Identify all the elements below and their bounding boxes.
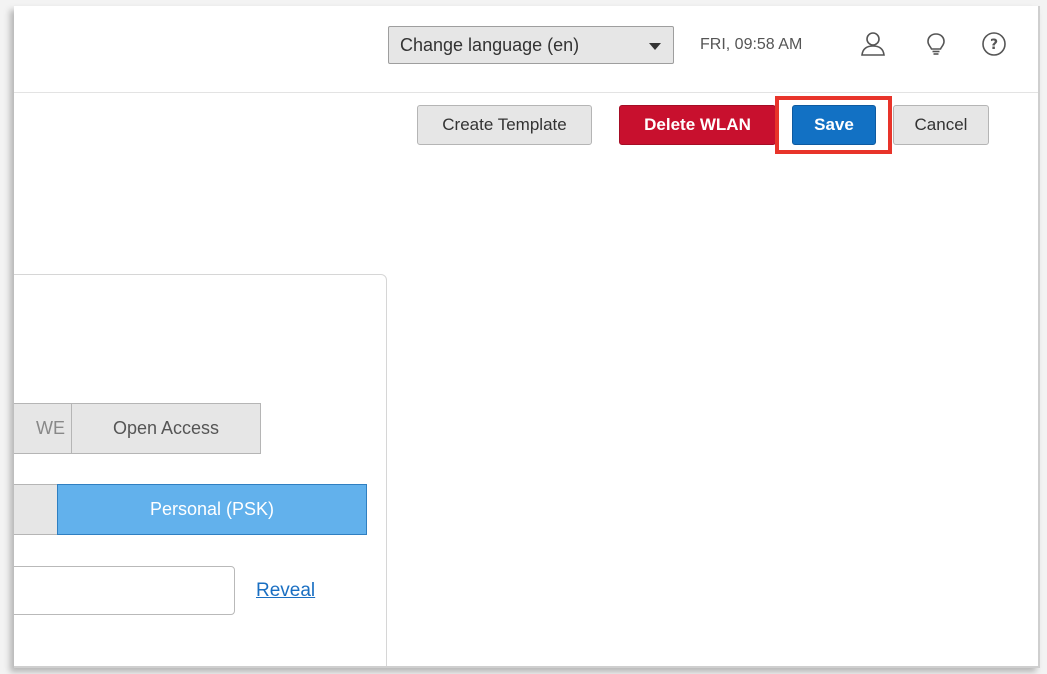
- passphrase-input[interactable]: [14, 566, 235, 615]
- top-header: Change language (en) FRI, 09:58 AM ?: [14, 6, 1038, 93]
- user-icon[interactable]: [860, 31, 886, 57]
- security-option-open-access[interactable]: Open Access: [71, 403, 261, 454]
- auth-mode-option-personal[interactable]: Personal (PSK): [57, 484, 367, 535]
- delete-wlan-button[interactable]: Delete WLAN: [619, 105, 776, 145]
- language-select[interactable]: Change language (en): [388, 26, 674, 64]
- create-template-button[interactable]: Create Template: [417, 105, 592, 145]
- language-select-label: Change language (en): [400, 35, 580, 55]
- action-toolbar: Create Template Delete WLAN Save Cancel: [14, 92, 1038, 162]
- auth-mode-option-enterprise[interactable]: [14, 484, 58, 535]
- lightbulb-icon[interactable]: [923, 31, 949, 57]
- help-icon[interactable]: ?: [981, 31, 1007, 57]
- app-window: Change language (en) FRI, 09:58 AM ? Cre…: [14, 6, 1040, 668]
- chevron-down-icon: [649, 43, 661, 50]
- security-option-owe[interactable]: WE: [14, 403, 72, 454]
- save-button[interactable]: Save: [792, 105, 876, 145]
- cancel-button[interactable]: Cancel: [893, 105, 989, 145]
- datetime-display: FRI, 09:58 AM: [700, 36, 803, 53]
- reveal-link[interactable]: Reveal: [256, 580, 315, 602]
- svg-text:?: ?: [990, 37, 998, 53]
